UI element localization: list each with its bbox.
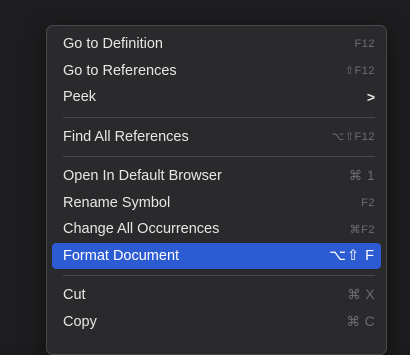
- menu-item-format-document[interactable]: Format Document ⌥⇧ F: [52, 242, 381, 269]
- menu-item-label: Peek: [63, 89, 97, 106]
- menu-item-label: Open In Default Browser: [63, 168, 222, 185]
- menu-item-shortcut: F2: [361, 196, 375, 209]
- menu-item-cut[interactable]: Cut ⌘ X: [52, 282, 381, 309]
- menu-item-shortcut: ⌥⇧ F: [329, 247, 375, 264]
- menu-item-shortcut: F12: [354, 38, 375, 51]
- menu-item-shortcut: ⌘F2: [349, 223, 375, 236]
- menu-separator: [63, 116, 375, 118]
- menu-item-rename-symbol[interactable]: Rename Symbol F2: [52, 190, 381, 217]
- menu-item-label: Find All References: [63, 128, 189, 145]
- menu-item-shortcut: ⇧F12: [344, 65, 375, 78]
- menu-item-label: Format Document: [63, 247, 180, 264]
- menu-item-shortcut: ⌘ C: [346, 313, 375, 329]
- chevron-right-icon: >: [366, 89, 375, 106]
- menu-item-label: Rename Symbol: [63, 194, 171, 211]
- menu-item-change-all-occurrences[interactable]: Change All Occurrences ⌘F2: [52, 216, 381, 243]
- menu-item-label: Go to Definition: [63, 36, 163, 53]
- menu-item-shortcut: ⌘ X: [347, 287, 375, 303]
- menu-item-label: Change All Occurrences: [63, 221, 220, 238]
- menu-item-label: Cut: [63, 287, 86, 304]
- menu-item-peek[interactable]: Peek >: [52, 84, 381, 111]
- menu-item-copy[interactable]: Copy ⌘ C: [52, 309, 381, 336]
- menu-separator: [63, 275, 375, 276]
- menu-item-label: Copy: [63, 313, 97, 330]
- menu-item-shortcut: ⌘ 1: [348, 168, 375, 184]
- menu-item-find-all-references[interactable]: Find All References ⌥⇧F12: [52, 124, 381, 151]
- menu-item-go-to-references[interactable]: Go to References ⇧F12: [52, 58, 381, 85]
- menu-separator: [63, 156, 375, 157]
- menu-item-shortcut: ⌥⇧F12: [331, 131, 375, 144]
- menu-item-label: Go to References: [63, 62, 177, 79]
- context-menu: Go to Definition F12 Go to References ⇧F…: [46, 25, 387, 355]
- menu-item-open-in-default-browser[interactable]: Open In Default Browser ⌘ 1: [52, 163, 381, 190]
- menu-item-go-to-definition[interactable]: Go to Definition F12: [52, 31, 381, 58]
